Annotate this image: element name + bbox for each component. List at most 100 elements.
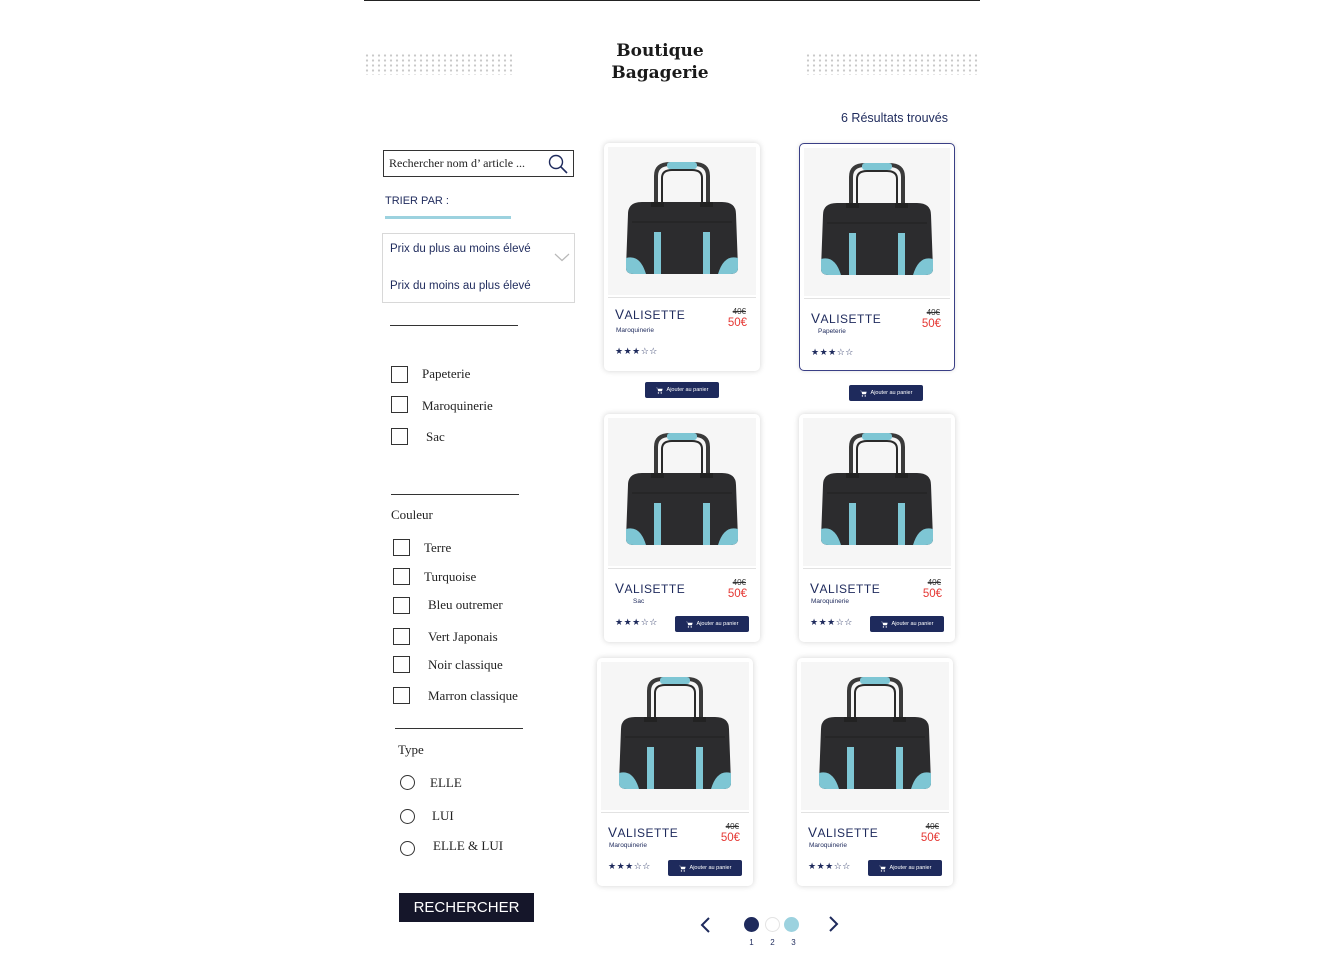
product-card[interactable]: VALISETTE Maroquinerie 40€ 50€ ★★★☆☆ Ajo…	[597, 658, 753, 886]
duffel-bag-illustration	[626, 162, 738, 274]
product-card[interactable]: VALISETTE Maroquinerie 40€ 50€ ★★★☆☆	[604, 143, 760, 371]
product-image[interactable]	[804, 148, 950, 296]
add-to-cart-button[interactable]: Ajouter au panier	[668, 860, 742, 876]
duffel-bag-illustration	[819, 677, 931, 789]
cart-icon	[880, 621, 888, 628]
checkbox-label: Marron classique	[428, 688, 518, 703]
product-price: 50€	[922, 588, 942, 600]
sort-dropdown[interactable]: Prix du plus au moins élevé Prix du moin…	[382, 233, 575, 303]
divider	[601, 812, 749, 813]
product-category: Maroquinerie	[616, 327, 654, 334]
product-old-price: 40€	[732, 307, 746, 316]
add-to-cart-label: Ajouter au panier	[889, 865, 932, 871]
add-to-cart-button[interactable]: Ajouter au panier	[868, 860, 942, 876]
checkbox-terre[interactable]	[393, 539, 410, 556]
product-image[interactable]	[608, 147, 756, 295]
checkbox-label: Vert Japonais	[428, 629, 498, 644]
add-to-cart-button[interactable]: Ajouter au panier	[870, 616, 944, 632]
radio-lui[interactable]	[400, 809, 415, 824]
rating-stars: ★★★☆☆	[811, 348, 854, 358]
product-price: 50€	[727, 588, 747, 600]
product-name: VALISETTE	[608, 825, 679, 840]
search-box	[383, 150, 574, 177]
page-number[interactable]: 1	[744, 938, 759, 947]
add-to-cart-button[interactable]: Ajouter au panier	[675, 616, 749, 632]
checkbox-label: Turquoise	[424, 569, 477, 584]
add-to-cart-label: Ajouter au panier	[696, 621, 739, 627]
product-name: VALISETTE	[810, 581, 881, 596]
rating-stars: ★★★☆☆	[615, 347, 658, 357]
divider	[395, 728, 523, 729]
duffel-bag-illustration	[619, 677, 731, 789]
product-category: Maroquinerie	[609, 842, 647, 849]
page-number[interactable]: 2	[765, 938, 780, 947]
page-dot-1[interactable]	[744, 917, 759, 932]
product-card[interactable]: VALISETTE Maroquinerie 40€ 50€ ★★★☆☆ Ajo…	[799, 414, 955, 642]
add-to-cart-label: Ajouter au panier	[891, 621, 934, 627]
checkbox-label: Bleu outremer	[428, 597, 503, 612]
checkbox-marron-classique[interactable]	[393, 687, 410, 704]
product-old-price: 40€	[732, 578, 746, 587]
checkbox-label: Papeterie	[422, 366, 471, 381]
product-card[interactable]: VALISETTE Papeterie 40€ 50€ ★★★☆☆	[799, 143, 955, 371]
duffel-bag-illustration	[626, 433, 738, 545]
brand-line-2: Bagagerie	[611, 63, 709, 83]
add-to-cart-label: Ajouter au panier	[689, 865, 732, 871]
chevron-right-icon[interactable]	[828, 915, 840, 938]
checkbox-sac[interactable]	[391, 428, 408, 445]
product-price: 50€	[921, 318, 941, 330]
sort-option-desc[interactable]: Prix du plus au moins élevé	[390, 243, 531, 255]
add-to-cart-label: Ajouter au panier	[666, 387, 709, 393]
search-icon[interactable]	[547, 153, 569, 180]
product-category: Maroquinerie	[811, 598, 849, 605]
page-dot-2[interactable]	[765, 917, 780, 932]
checkbox-papeterie[interactable]	[391, 366, 408, 383]
checkbox-label: Maroquinerie	[422, 398, 493, 413]
divider	[390, 325, 518, 326]
decorative-dot-pattern-right	[805, 53, 980, 75]
product-old-price: 40€	[926, 308, 940, 317]
product-name: VALISETTE	[808, 825, 879, 840]
chevron-down-icon[interactable]	[554, 249, 570, 267]
search-input[interactable]	[389, 156, 539, 171]
checkbox-turquoise[interactable]	[393, 568, 410, 585]
results-count: 6 Résultats trouvés	[841, 111, 948, 125]
cart-icon	[655, 387, 663, 394]
add-to-cart-button[interactable]: Ajouter au panier	[849, 385, 923, 401]
checkbox-bleu-outremer[interactable]	[393, 597, 410, 614]
rating-stars: ★★★☆☆	[808, 862, 851, 872]
duffel-bag-illustration	[821, 163, 933, 275]
checkbox-vert-japonais[interactable]	[393, 628, 410, 645]
radio-elle[interactable]	[400, 775, 415, 790]
rating-stars: ★★★☆☆	[615, 618, 658, 628]
radio-label: ELLE	[430, 775, 462, 790]
product-image[interactable]	[801, 662, 949, 810]
radio-label: ELLE & LUI	[433, 838, 504, 853]
divider	[608, 297, 756, 298]
search-button[interactable]: RECHERCHER	[399, 893, 534, 922]
product-card[interactable]: VALISETTE Maroquinerie 40€ 50€ ★★★☆☆ Ajo…	[797, 658, 953, 886]
checkbox-maroquinerie[interactable]	[391, 396, 408, 413]
radio-elle-et-lui[interactable]	[400, 841, 415, 856]
rating-stars: ★★★☆☆	[608, 862, 651, 872]
product-name: VALISETTE	[615, 307, 686, 322]
add-to-cart-label: Ajouter au panier	[870, 390, 913, 396]
checkbox-label: Sac	[426, 429, 445, 444]
product-card[interactable]: VALISETTE Sac 40€ 50€ ★★★☆☆ Ajouter au p…	[604, 414, 760, 642]
checkbox-noir-classique[interactable]	[393, 656, 410, 673]
product-image[interactable]	[608, 418, 756, 566]
sort-option-asc[interactable]: Prix du moins au plus élevé	[390, 280, 531, 292]
page-number[interactable]: 3	[786, 938, 801, 947]
product-image[interactable]	[803, 418, 951, 566]
chevron-left-icon[interactable]	[699, 916, 711, 939]
page-dot-3[interactable]	[784, 917, 799, 932]
brand-title: Boutique Bagagerie	[590, 40, 730, 84]
product-category: Papeterie	[818, 328, 846, 335]
product-image[interactable]	[601, 662, 749, 810]
add-to-cart-button[interactable]: Ajouter au panier	[645, 382, 719, 398]
product-price: 50€	[720, 832, 740, 844]
type-section-title: Type	[398, 742, 424, 757]
divider	[804, 298, 950, 299]
cart-icon	[678, 865, 686, 872]
duffel-bag-illustration	[821, 433, 933, 545]
